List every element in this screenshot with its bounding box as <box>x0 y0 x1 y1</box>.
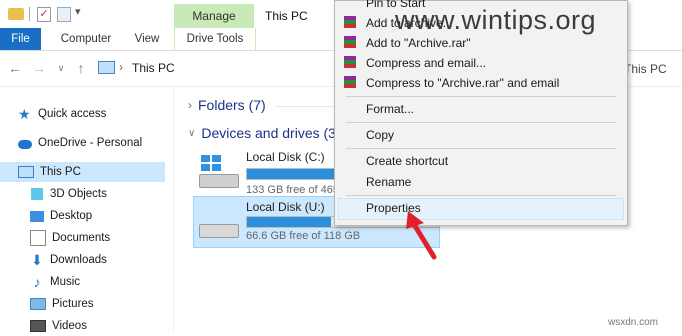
download-icon: ⬇ <box>31 252 43 268</box>
sidebar-item-label: Desktop <box>50 210 93 222</box>
computer-icon <box>98 61 115 74</box>
sidebar-item-label: This PC <box>40 166 81 178</box>
drive-name: Local Disk (C:) <box>246 150 325 164</box>
music-icon: ♪ <box>33 274 41 290</box>
sidebar-item-label: Videos <box>52 320 87 332</box>
tab-view[interactable]: View <box>128 28 166 50</box>
chevron-right-icon: › <box>188 98 192 112</box>
computer-icon <box>18 166 34 178</box>
group-divider <box>275 106 335 107</box>
group-folders[interactable]: › Folders (7) <box>188 97 266 113</box>
sidebar-item-desktop[interactable]: Desktop <box>30 206 92 226</box>
menu-item-copy[interactable]: Copy <box>366 125 394 145</box>
sidebar-item-3d-objects[interactable]: 3D Objects <box>30 184 107 204</box>
tab-file[interactable]: File <box>0 28 41 50</box>
up-arrow-icon[interactable]: ↑ <box>74 60 88 76</box>
tab-drive-tools[interactable]: Drive Tools <box>174 28 256 50</box>
menu-item-compress-to-archive-and-email[interactable]: Compress to "Archive.rar" and email <box>366 73 559 93</box>
winrar-icon <box>344 76 356 90</box>
desktop-folder-icon <box>30 210 44 222</box>
address-box[interactable]: › This PC <box>94 58 344 80</box>
annotation-arrow-icon <box>406 211 437 260</box>
customize-toolbar-icon[interactable]: ▾ <box>75 5 81 18</box>
hard-drive-icon <box>199 224 239 238</box>
new-folder-icon[interactable] <box>57 7 71 22</box>
group-devices-and-drives[interactable]: ∨ Devices and drives (3) <box>188 125 341 141</box>
winrar-icon <box>344 56 356 70</box>
group-label: Folders (7) <box>198 97 266 113</box>
hard-drive-icon <box>199 174 239 188</box>
pane-divider <box>173 87 174 331</box>
cube-icon <box>31 188 43 200</box>
folder-icon <box>8 8 24 20</box>
menu-separator <box>346 122 616 123</box>
sidebar-item-pictures[interactable]: Pictures <box>30 294 94 314</box>
menu-separator <box>346 148 616 149</box>
star-icon: ★ <box>18 106 31 122</box>
sidebar-item-label: Pictures <box>52 298 94 310</box>
sidebar-item-quick-access[interactable]: ★ Quick access <box>18 104 106 124</box>
menu-item-compress-and-email[interactable]: Compress and email... <box>366 53 486 73</box>
recent-dropdown-icon[interactable]: ∨ <box>54 60 68 76</box>
sidebar-item-documents[interactable]: Documents <box>30 228 110 248</box>
sidebar-item-label: Music <box>50 276 81 288</box>
credit-text: wsxdn.com <box>608 317 659 328</box>
cloud-icon <box>18 140 32 149</box>
chevron-down-icon: ∨ <box>188 127 196 139</box>
manage-tab[interactable]: Manage <box>174 4 254 28</box>
watermark: www.wintips.org <box>395 5 597 35</box>
tab-computer[interactable]: Computer <box>56 28 116 50</box>
drive-info: 133 GB free of 465 <box>246 184 339 196</box>
sidebar-item-videos[interactable]: Videos <box>30 316 87 336</box>
sidebar-item-label: Documents <box>52 232 111 244</box>
sidebar-item-label: 3D Objects <box>50 188 107 200</box>
sidebar-item-downloads[interactable]: ⬇ Downloads <box>30 250 107 270</box>
menu-separator <box>346 195 616 196</box>
group-label: Devices and drives (3) <box>201 125 341 141</box>
window-title: This PC <box>265 9 308 23</box>
sidebar-item-label: OneDrive - Personal <box>38 137 143 149</box>
documents-icon <box>30 230 46 246</box>
videos-icon <box>30 320 46 332</box>
drive-usage-fill <box>247 217 332 227</box>
windows-logo-icon <box>201 155 221 171</box>
drive-name: Local Disk (U:) <box>246 200 325 214</box>
sidebar-item-music[interactable]: ♪ Music <box>30 272 81 292</box>
sidebar-item-this-pc[interactable]: This PC <box>18 162 81 182</box>
pictures-icon <box>30 298 46 310</box>
breadcrumb-right-fragment: This PC <box>624 62 667 76</box>
menu-item-format[interactable]: Format... <box>366 99 414 119</box>
breadcrumb: This PC <box>132 61 175 75</box>
sidebar-item-label: Quick access <box>38 108 107 120</box>
breadcrumb-chevron-icon: › <box>119 60 123 74</box>
drive-info: 66.6 GB free of 118 GB <box>246 230 361 242</box>
forward-arrow-icon[interactable]: → <box>32 60 46 76</box>
sidebar-item-label: Downloads <box>50 254 107 266</box>
properties-check-icon[interactable]: ✓ <box>37 7 51 22</box>
sidebar-item-onedrive[interactable]: OneDrive - Personal <box>18 133 142 153</box>
toolbar-separator <box>29 7 30 21</box>
winrar-icon <box>344 36 356 50</box>
menu-item-add-to-archive-rar[interactable]: Add to "Archive.rar" <box>366 33 471 53</box>
menu-item-create-shortcut[interactable]: Create shortcut <box>366 151 448 171</box>
menu-separator <box>346 96 616 97</box>
menu-item-rename[interactable]: Rename <box>366 172 411 192</box>
winrar-icon <box>344 16 356 30</box>
back-arrow-icon[interactable]: ← <box>8 60 22 76</box>
